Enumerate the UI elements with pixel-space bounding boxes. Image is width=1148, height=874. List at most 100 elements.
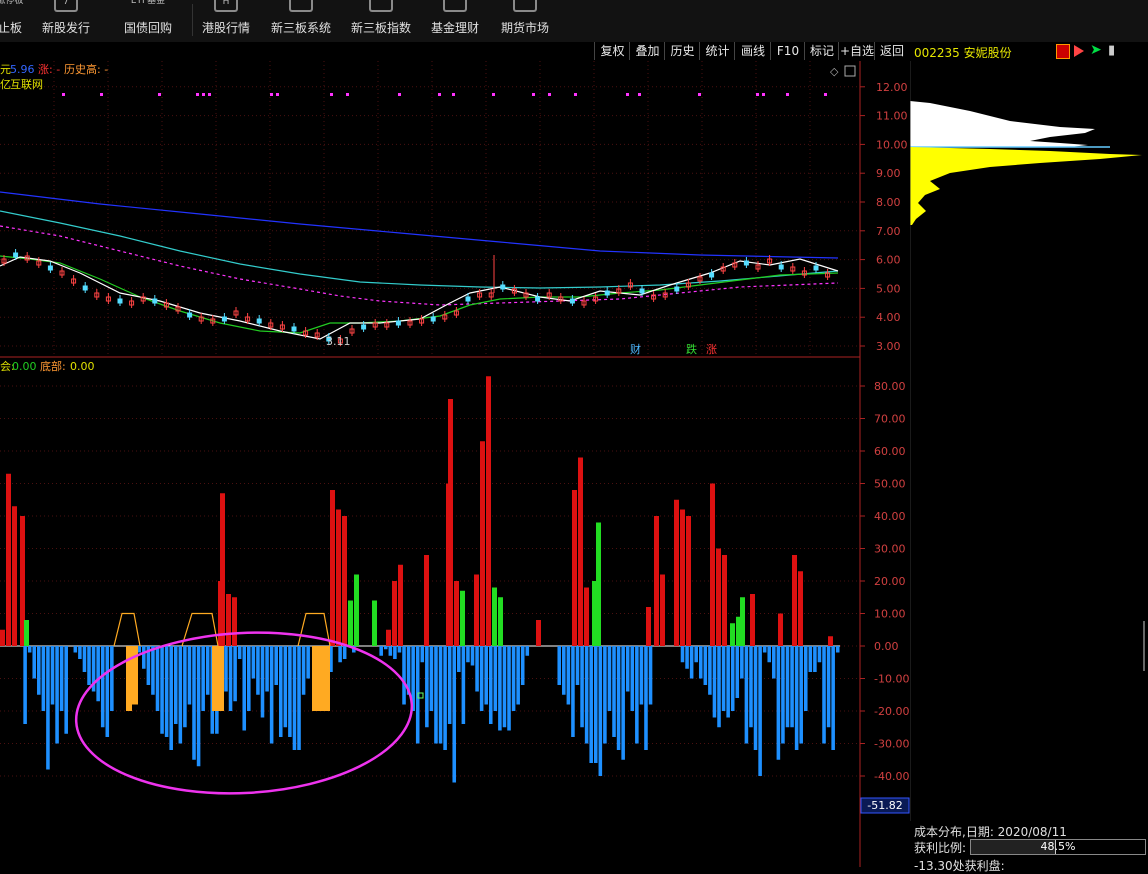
ind-bar-pos [660, 574, 665, 646]
ind-bar-neg [708, 646, 712, 695]
ind-bar-neg [470, 646, 475, 666]
ind-bar-pos [686, 516, 691, 646]
play-icon[interactable] [1074, 45, 1084, 57]
toolbar-item-4[interactable]: 新三板系统 [262, 0, 340, 42]
signal-dot [548, 93, 551, 96]
ind-bar-neg [740, 646, 744, 679]
ind-bar-neg [110, 646, 114, 711]
signal-dot [62, 93, 65, 96]
ind-bar-neg [525, 646, 530, 656]
ind-bar-green [596, 522, 601, 646]
ind-axis-label: 20.00 [874, 575, 906, 588]
ind-bar-pos [680, 509, 685, 646]
ind-bar-green [730, 623, 735, 646]
ind-bar-neg [301, 646, 306, 695]
signal-dot [438, 93, 441, 96]
ind-bar-green [348, 600, 353, 646]
chart-tool-4[interactable]: 画线 [734, 42, 771, 60]
ind-bar-neg [228, 646, 233, 711]
toolbar-item-label: 新三板指数 [350, 21, 411, 35]
candle-body [639, 288, 645, 294]
stock-header: 002235 安妮股份 ➤ ▮ [910, 42, 1148, 61]
bar-chart-icon[interactable]: ▮ [1108, 44, 1115, 57]
ind-axis-label: -20.00 [874, 705, 909, 718]
ind-bar-pos [446, 483, 451, 646]
ind-bar-orange [126, 646, 132, 711]
chart-tool-2[interactable]: 历史 [664, 42, 700, 60]
flag-icon[interactable] [1056, 44, 1070, 59]
signal-dot [626, 93, 629, 96]
signal-dot [202, 93, 205, 96]
candle-body [535, 296, 541, 302]
ind-axis-label: 70.00 [874, 413, 906, 426]
ind-bar-neg [484, 646, 488, 705]
zhang-label: 涨: - [38, 63, 60, 76]
ind-bar-neg [169, 646, 173, 750]
chart-tool-3[interactable]: 统计 [699, 42, 735, 60]
ind-bar-neg [96, 646, 100, 702]
ind-bar-pos [572, 490, 577, 646]
ind-bar-neg [726, 646, 730, 718]
chart-tool-8[interactable]: 返回 [874, 42, 909, 60]
ind-bar-neg [712, 646, 717, 718]
signal-dot [762, 93, 765, 96]
candle-body [465, 296, 471, 302]
ind-bar-neg [37, 646, 41, 695]
ind-axis-label: -30.00 [874, 738, 909, 751]
ind-bar-neg [625, 646, 630, 692]
ind-bar-pos [330, 490, 335, 646]
ind-axis-label: -10.00 [874, 673, 909, 686]
candle-body [813, 265, 819, 271]
ind-bar-pos [0, 629, 5, 646]
chart-tool-6[interactable]: 标记 [804, 42, 839, 60]
ind-bar-neg [799, 646, 803, 744]
candle-body [395, 320, 401, 326]
toolbar-icon [513, 0, 537, 12]
price-axis-label: 9.00 [876, 167, 901, 180]
chart-tool-0[interactable]: 复权 [594, 42, 630, 60]
signal-dot [346, 93, 349, 96]
candle-body [82, 285, 88, 291]
chart-tool-7[interactable]: +自选 [838, 42, 875, 60]
ind-bar-neg [438, 646, 443, 744]
toolbar-item-0[interactable]: 涨停板 止板 [0, 0, 30, 42]
ind-bar-neg [598, 646, 603, 776]
ind-bar-orange [218, 646, 224, 711]
toolbar-item-6[interactable]: 基金理财 [420, 0, 490, 42]
signal-dot [270, 93, 273, 96]
ind-bar-neg [835, 646, 840, 653]
arrow-right-icon[interactable]: ➤ [1090, 43, 1102, 57]
ind-bar-neg [251, 646, 256, 679]
toolbar-item-7[interactable]: 期货市场 [490, 0, 560, 42]
ind-bar-neg [256, 646, 260, 695]
price-axis-label: 7.00 [876, 225, 901, 238]
chart-tool-5[interactable]: F10 [770, 42, 805, 60]
toolbar-item-1[interactable]: 7 新股发行 [30, 0, 102, 42]
top-toolbar: 涨停板 止板 7 新股发行 ETF基金 国债回购 H 港股行情 新三板系统 新三板指数 基金理财 期货… [0, 0, 1148, 43]
ind-bar-green [354, 574, 359, 646]
candle-body [778, 264, 784, 270]
ind-bar-neg [772, 646, 776, 679]
toolbar-item-3[interactable]: H 港股行情 [190, 0, 262, 42]
toolbar-item-label: 新三板系统 [270, 21, 331, 35]
ind-bar-neg [520, 646, 525, 685]
candle-body [152, 298, 158, 304]
ind-bar-pos [454, 581, 459, 646]
ind-bar-green [498, 597, 503, 646]
ind-bar-neg [753, 646, 758, 750]
signal-dot [532, 93, 535, 96]
profit-value: 48.5% [1040, 840, 1076, 853]
ind-bar-neg [338, 646, 342, 663]
chart-tool-1[interactable]: 叠加 [629, 42, 665, 60]
ind-bar-pos [710, 483, 715, 646]
toolbar-item-2[interactable]: ETF基金 国债回购 [112, 0, 184, 42]
ind-bar-pos [486, 376, 491, 646]
ind-bar-neg [493, 646, 498, 711]
ind-bar-neg [803, 646, 808, 711]
ind-bar-neg [703, 646, 708, 685]
ind-bar-green [372, 600, 377, 646]
toolbar-item-5[interactable]: 新三板指数 [342, 0, 420, 42]
ind-bar-neg [269, 646, 274, 744]
ind-bar-pos [392, 581, 397, 646]
ind-bar-neg [233, 646, 237, 702]
